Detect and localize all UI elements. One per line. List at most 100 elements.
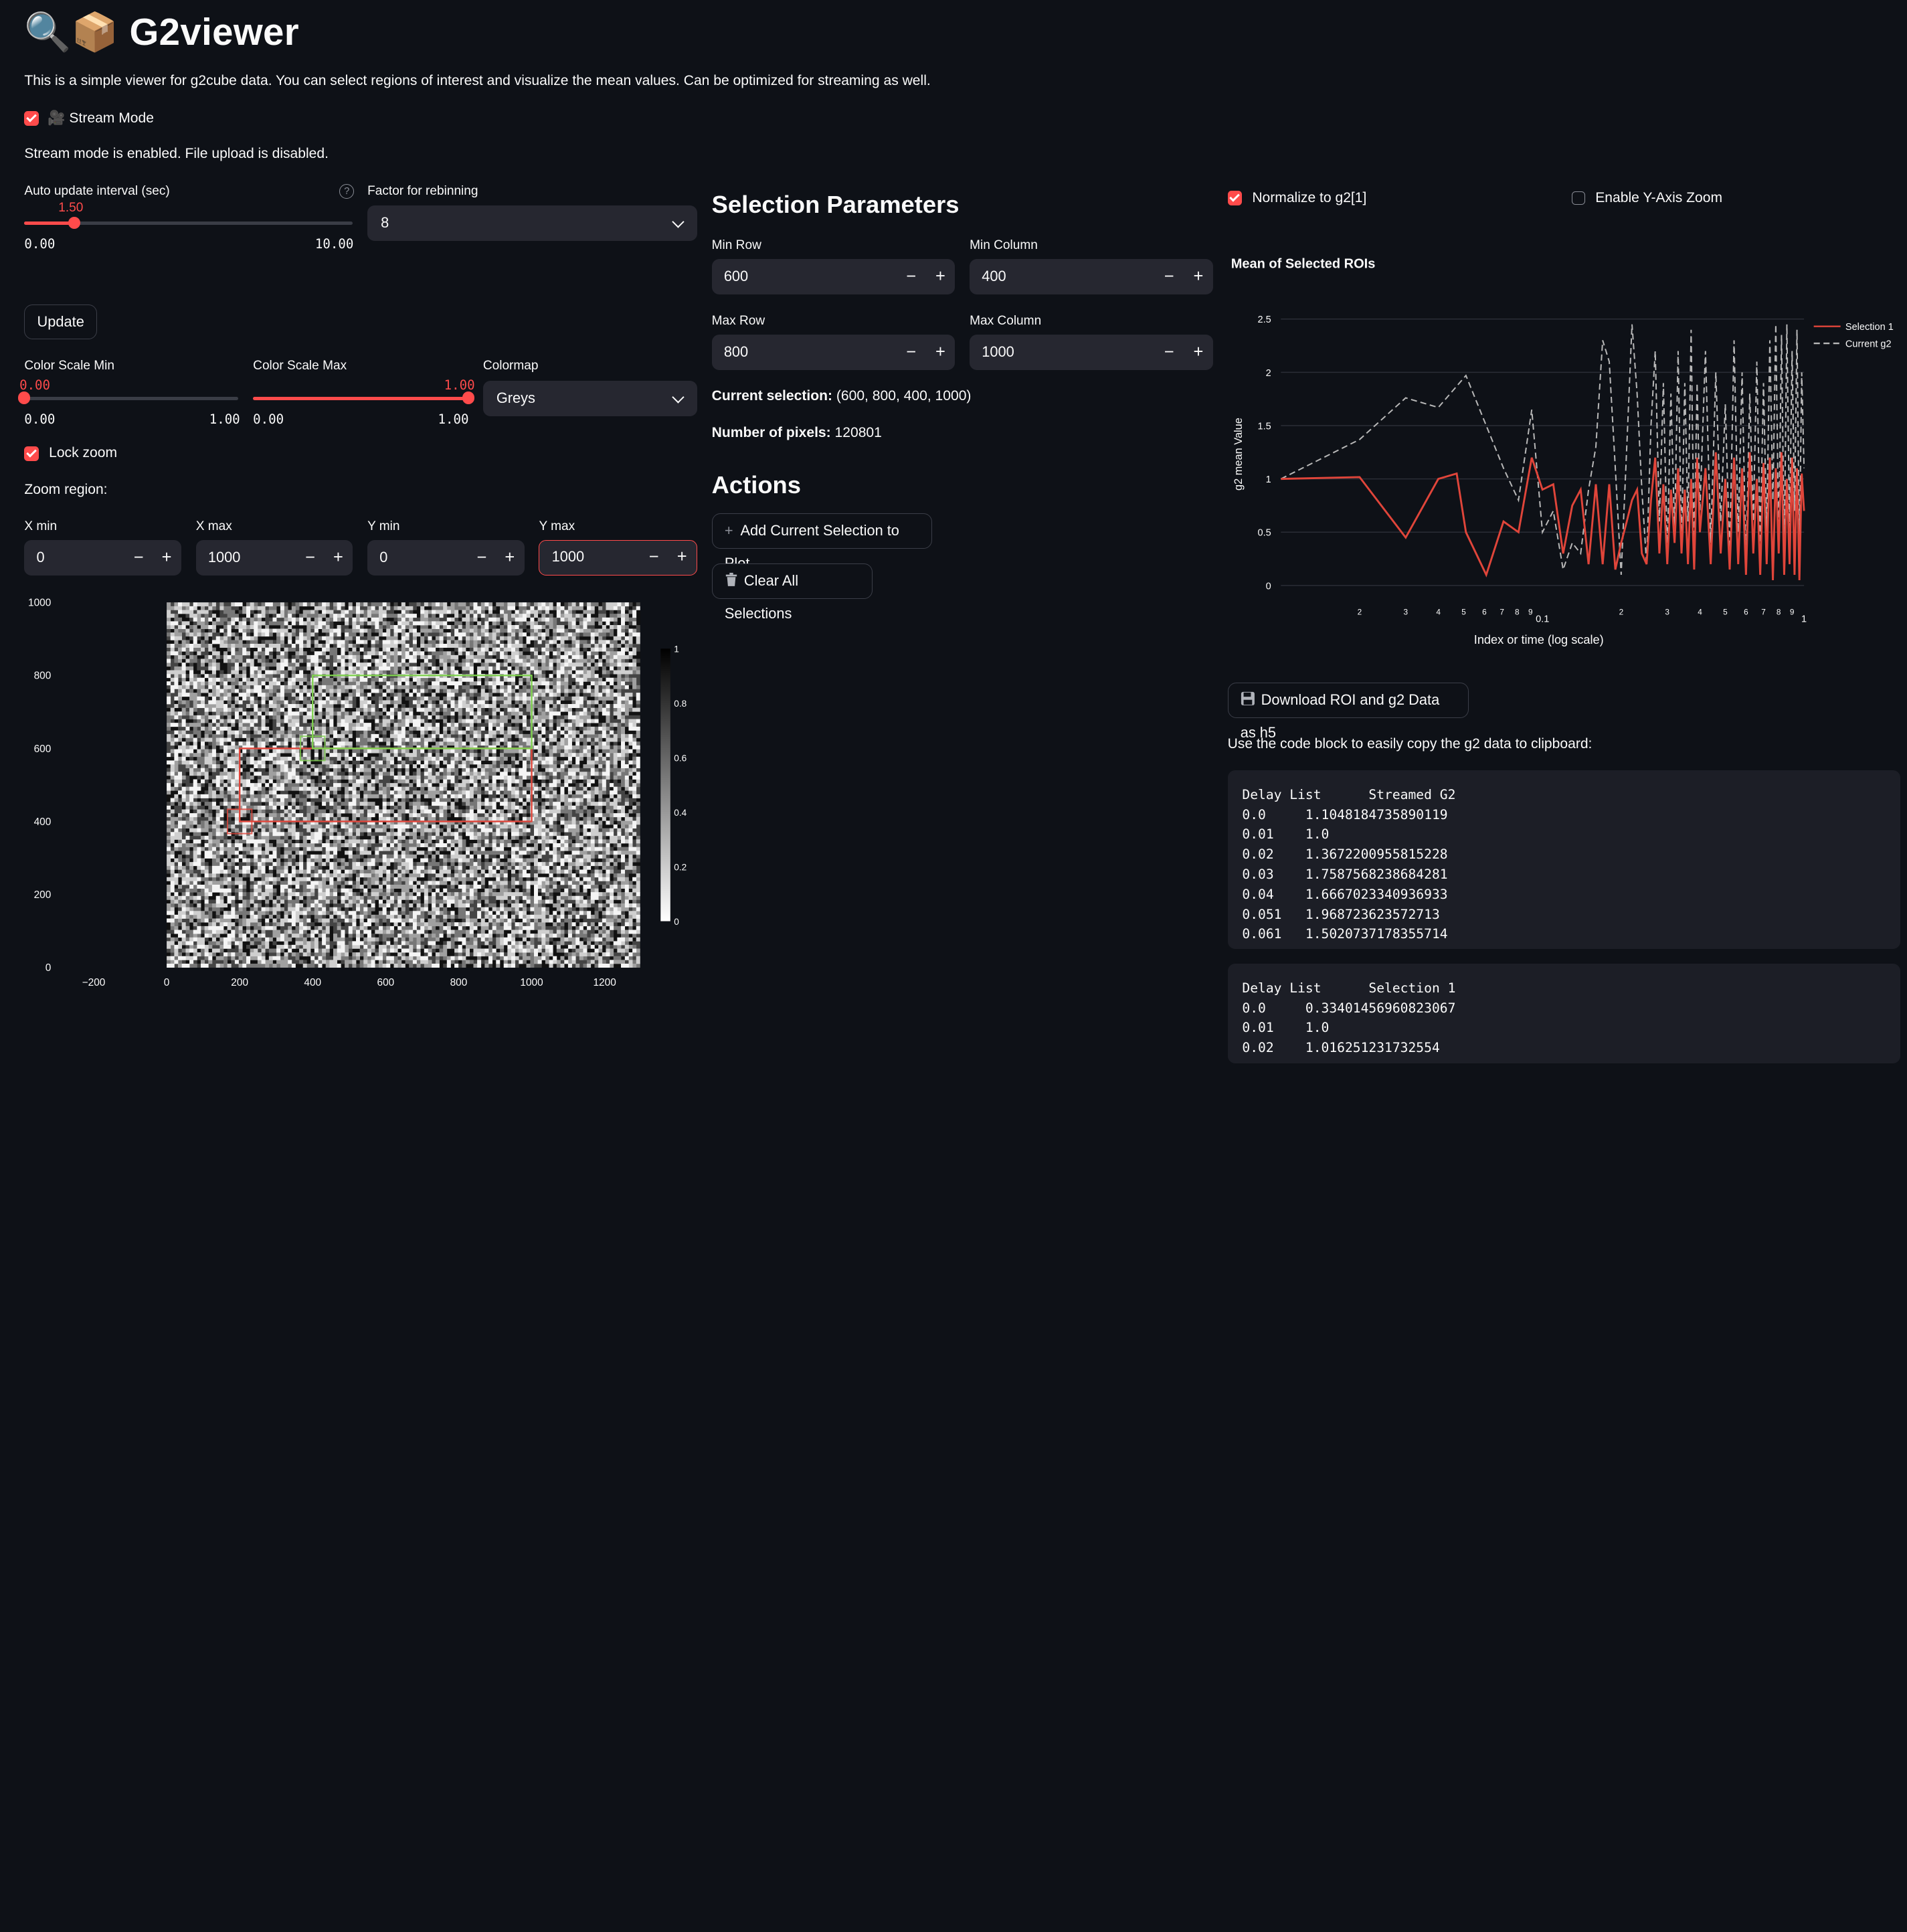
chart-x-tick: 4 [1437, 607, 1441, 616]
g2-code-block[interactable]: Delay List Streamed G2 0.0 1.104818473589… [1227, 770, 1901, 950]
zoom-region-label: Zoom region: [24, 482, 108, 497]
decrement-button[interactable]: − [1156, 335, 1182, 370]
xmin-value: 0 [36, 549, 45, 566]
checkbox-unchecked-icon[interactable] [1572, 191, 1586, 205]
chart-x-tick: 0.1 [1536, 614, 1549, 624]
code-line: 0.0 1.1048184735890119 [1242, 806, 1448, 822]
xmin-input[interactable]: 0 − + [24, 540, 181, 576]
ymin-input[interactable]: 0 − + [367, 540, 525, 576]
color-scale-min-value: 0.00 [19, 377, 51, 393]
colormap-label: Colormap [482, 359, 539, 373]
slider-thumb[interactable] [462, 391, 475, 404]
camera-icon: 🎥 [48, 110, 66, 126]
min-col-input[interactable]: 400 − + [970, 259, 1213, 294]
checkbox-checked-icon[interactable] [1227, 191, 1243, 205]
stream-info: Stream mode is enabled. File upload is d… [24, 146, 329, 162]
colormap-select[interactable]: Greys [482, 381, 697, 416]
heatmap-x-tick: 1000 [520, 977, 543, 988]
stream-mode-checkbox[interactable]: 🎥 Stream Mode [24, 110, 154, 126]
stream-mode-label: Stream Mode [69, 110, 154, 126]
normalize-checkbox[interactable]: Normalize to g2[1] [1227, 190, 1366, 206]
increment-button[interactable]: + [1185, 335, 1212, 370]
chart-title: Mean of Selected ROIs [1231, 256, 1376, 271]
colorbar-tick: 0 [674, 917, 679, 927]
max-row-input[interactable]: 800 − + [711, 335, 956, 370]
slider-max: 1.00 [438, 411, 469, 427]
chart-x-tick: 7 [1500, 607, 1505, 616]
max-row-value: 800 [723, 343, 749, 360]
download-label: Download ROI and g2 Data as h5 [1240, 691, 1440, 741]
decrement-button[interactable]: − [898, 335, 925, 370]
lock-zoom-checkbox[interactable]: Lock zoom [24, 445, 117, 461]
xmax-input[interactable]: 1000 − + [195, 540, 353, 576]
current-selection: Current selection: (600, 800, 400, 1000) [712, 388, 972, 404]
xmax-value: 1000 [207, 549, 241, 566]
increment-button[interactable]: + [668, 539, 695, 575]
checkbox-checked-icon[interactable] [24, 446, 39, 461]
slider-thumb[interactable] [18, 391, 31, 404]
pixel-count-value: 120801 [834, 424, 882, 440]
chart-x-tick: 3 [1404, 607, 1409, 616]
heatmap-plot[interactable]: 0 200 400 600 800 1000 −200 0 200 400 600 800 1000 1… [0, 590, 706, 998]
help-icon[interactable]: ? [339, 183, 355, 199]
checkbox-checked-icon[interactable] [24, 111, 39, 126]
slider-min: 0.00 [24, 411, 56, 427]
chart-x-tick: 1 [1801, 614, 1807, 624]
chart-x-tick: 5 [1462, 607, 1467, 616]
update-button[interactable]: Update [24, 304, 97, 340]
decrement-button[interactable]: − [1156, 259, 1182, 294]
lock-zoom-label: Lock zoom [49, 445, 118, 461]
code-line: 0.061 1.5020737178355714 [1242, 926, 1448, 942]
slider-track[interactable] [24, 396, 239, 401]
min-col-value: 400 [982, 268, 1006, 285]
increment-button[interactable]: + [325, 540, 351, 576]
chart-y-tick: 1 [1266, 474, 1271, 485]
decrement-button[interactable]: − [297, 540, 324, 576]
roi-mean-chart[interactable]: Mean of Selected ROIs g2 mean Value Inde… [1222, 244, 1902, 657]
increment-button[interactable]: + [927, 259, 954, 294]
rebin-select[interactable]: 8 [367, 205, 697, 241]
legend-label: Selection 1 [1845, 322, 1894, 333]
floppy-disk-icon [1241, 691, 1255, 705]
decrement-button[interactable]: − [468, 540, 495, 576]
heatmap-x-tick: 400 [304, 977, 321, 988]
ymax-label: Y max [539, 519, 575, 534]
min-col-label: Min Column [970, 238, 1038, 253]
add-selection-button[interactable]: +Add Current Selection to Plot [711, 513, 932, 572]
download-button[interactable]: Download ROI and g2 Data as h5 [1227, 683, 1469, 741]
heatmap-y-tick: 400 [34, 816, 52, 828]
increment-button[interactable]: + [496, 540, 523, 576]
trash-icon [725, 572, 737, 586]
code-line: 0.04 1.6667023340936933 [1242, 886, 1448, 902]
selection-title: Selection Parameters [711, 191, 960, 219]
yzoom-checkbox[interactable]: Enable Y-Axis Zoom [1572, 190, 1722, 206]
decrement-button[interactable]: − [898, 259, 925, 294]
selection-code-block[interactable]: Delay List Selection 1 0.0 0.334014569608… [1227, 964, 1901, 1064]
series-line[interactable] [1281, 452, 1805, 580]
chart-y-tick: 0.5 [1258, 527, 1271, 538]
max-col-input[interactable]: 1000 − + [970, 335, 1213, 370]
chart-x-tick: 4 [1698, 607, 1703, 616]
increment-button[interactable]: + [927, 335, 954, 370]
min-row-input[interactable]: 600 − + [711, 259, 956, 294]
code-line: 0.01 1.0 [1242, 826, 1330, 843]
colorbar-tick: 0.2 [674, 862, 687, 872]
increment-button[interactable]: + [153, 540, 180, 576]
decrement-button[interactable]: − [640, 539, 667, 575]
slider-thumb[interactable] [68, 216, 80, 229]
decrement-button[interactable]: − [125, 540, 152, 576]
color-scale-max-label: Color Scale Max [253, 359, 347, 373]
ymax-input[interactable]: 1000 − + [539, 540, 697, 576]
color-scale-min-label: Color Scale Min [24, 359, 115, 373]
app-description: This is a simple viewer for g2cube data.… [24, 73, 931, 89]
legend-label: Current g2 [1845, 339, 1892, 349]
increment-button[interactable]: + [1185, 259, 1212, 294]
auto-update-label: Auto update interval (sec) [24, 183, 170, 198]
clear-selections-button[interactable]: Clear All Selections [711, 563, 873, 622]
chart-ylabel: g2 mean Value [1233, 418, 1245, 491]
max-col-label: Max Column [970, 314, 1042, 329]
plus-icon: + [724, 522, 733, 539]
colorbar-tick: 0.8 [674, 699, 687, 709]
current-selection-label: Current selection: [711, 388, 833, 404]
series-line[interactable] [1281, 324, 1805, 575]
